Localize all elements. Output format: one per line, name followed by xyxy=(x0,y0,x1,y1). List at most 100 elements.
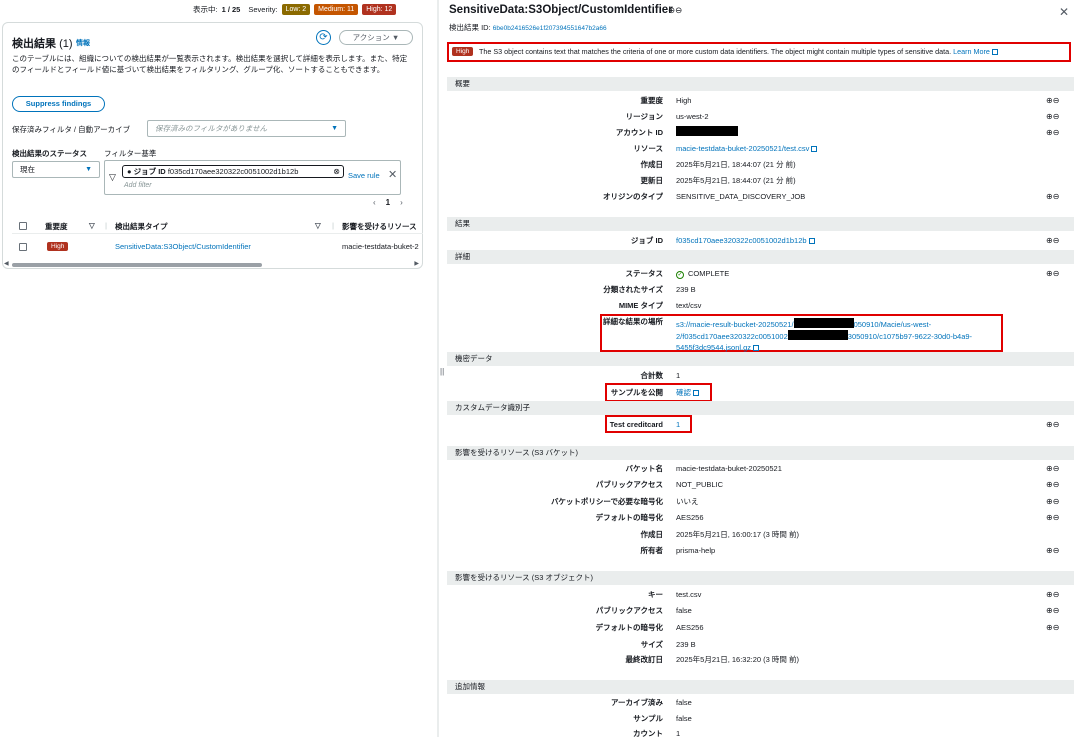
showing-value: 1 / 25 xyxy=(221,5,241,14)
row-bucket-created: 作成日 2025年5月21日, 16:00:17 (3 時間 前) xyxy=(640,530,799,539)
header-type[interactable]: 検出結果タイプ xyxy=(115,221,168,232)
zoom-in-out-icon[interactable]: ⊕⊖ xyxy=(668,5,682,16)
alert-text: The S3 object contains text that matches… xyxy=(479,47,952,56)
zoom-in-out-icon[interactable]: ⊕⊖ xyxy=(1046,417,1059,432)
scroll-right-icon[interactable]: ▶ xyxy=(414,260,419,267)
external-link-icon xyxy=(693,390,699,396)
redacted-block xyxy=(793,318,854,328)
row-mime-type: MIME タイプ text/csv xyxy=(618,301,702,310)
job-id-link[interactable]: f035cd170aee320322c0051002d1b12b xyxy=(676,236,807,245)
saved-filter-select[interactable]: 保存済みのフィルタがありません ▼ xyxy=(147,120,346,137)
section-overview: 概要 xyxy=(447,77,1074,91)
row-created: 作成日 2025年5月21日, 18:44:07 (21 分 前) xyxy=(640,160,796,169)
caret-down-icon: ▼ xyxy=(85,166,92,173)
severity-label: Severity: xyxy=(248,5,278,14)
external-link-icon xyxy=(753,345,760,351)
resize-handle-icon[interactable]: || xyxy=(440,367,444,376)
close-icon[interactable]: ✕ xyxy=(1059,5,1069,19)
row-test-creditcard: Test creditcard 1 ⊕⊖ xyxy=(447,417,1074,432)
filter-funnel-icon: ▽ xyxy=(109,172,116,182)
external-link-icon xyxy=(808,238,815,244)
zoom-in-out-icon[interactable]: ⊕⊖ xyxy=(1046,620,1059,635)
finding-detail-panel: SensitiveData:S3Object/CustomIdentifier … xyxy=(445,0,1074,737)
row-severity: 重要度 High ⊕⊖ xyxy=(447,93,1074,108)
severity-badge: High xyxy=(47,242,69,251)
row-bucket-name: バケット名 macie-testdata-buket-20250521 ⊕⊖ xyxy=(447,461,1074,476)
severity-badge: High xyxy=(452,47,474,56)
findings-card: 検出結果 (1) 情報 ⟳ アクション ▼ このテーブルには、組織についての検出… xyxy=(2,22,423,269)
scroll-left-icon[interactable]: ◀ xyxy=(4,260,9,267)
zoom-in-out-icon[interactable]: ⊕⊖ xyxy=(1046,510,1059,525)
resource-link[interactable]: macie-testdata-buket-20250521/test.csv xyxy=(676,144,809,153)
refresh-icon[interactable]: ⟳ xyxy=(316,30,331,45)
page-number[interactable]: 1 xyxy=(386,198,390,207)
scroll-thumb[interactable] xyxy=(12,263,262,267)
zoom-in-out-icon[interactable]: ⊕⊖ xyxy=(1046,543,1059,558)
horizontal-scrollbar[interactable]: ◀ ▶ xyxy=(4,260,419,267)
row-region: リージョン us-west-2 ⊕⊖ xyxy=(447,109,1074,124)
add-filter-input[interactable]: Add filter xyxy=(124,182,152,189)
zoom-in-out-icon[interactable]: ⊕⊖ xyxy=(1046,125,1059,140)
sort-icon[interactable]: ▽ xyxy=(315,221,321,230)
resource-cell: macie-testdata-buket-2 xyxy=(342,242,419,251)
actions-button[interactable]: アクション ▼ xyxy=(339,30,413,45)
zoom-in-out-icon[interactable]: ⊕⊖ xyxy=(1046,603,1059,618)
zoom-in-out-icon[interactable]: ⊕⊖ xyxy=(1046,461,1059,476)
select-all-checkbox[interactable] xyxy=(19,222,27,230)
medium-badge[interactable]: Medium: 11 xyxy=(314,4,359,15)
zoom-in-out-icon[interactable]: ⊕⊖ xyxy=(1046,93,1059,108)
status-label: 検出結果のステータス xyxy=(12,149,87,158)
finding-type-link[interactable]: SensitiveData:S3Object/CustomIdentifier xyxy=(115,242,251,251)
learn-more-link[interactable]: Learn More xyxy=(953,47,990,56)
info-link[interactable]: 情報 xyxy=(76,38,90,48)
row-status: ステータス ✓ COMPLETE ⊕⊖ xyxy=(447,266,1074,281)
external-link-icon xyxy=(811,146,818,152)
low-badge[interactable]: Low: 2 xyxy=(281,4,311,15)
zoom-in-out-icon[interactable]: ⊕⊖ xyxy=(1046,189,1059,204)
row-reveal-samples: サンプルを公開 確認 xyxy=(447,385,1074,400)
row-updated: 更新日 2025年5月21日, 18:44:07 (21 分 前) xyxy=(640,176,796,185)
panel-divider[interactable] xyxy=(437,0,439,737)
header-severity[interactable]: 重要度 xyxy=(45,221,68,232)
external-link-icon xyxy=(991,49,998,55)
table-row[interactable]: High SensitiveData:S3Object/CustomIdenti… xyxy=(12,239,423,255)
row-object-size: サイズ 239 B xyxy=(640,640,696,649)
zoom-in-out-icon[interactable]: ⊕⊖ xyxy=(1046,109,1059,124)
filter-label: フィルター基準 xyxy=(104,149,157,158)
section-custom-identifiers: カスタムデータ識別子 xyxy=(447,401,1074,415)
section-s3-object: 影響を受けるリソース (S3 オブジェクト) xyxy=(447,571,1074,585)
zoom-in-out-icon[interactable]: ⊕⊖ xyxy=(1046,477,1059,492)
prev-page-icon[interactable]: ‹ xyxy=(373,198,376,207)
zoom-in-out-icon[interactable]: ⊕⊖ xyxy=(1046,494,1059,509)
zoom-in-out-icon[interactable]: ⊕⊖ xyxy=(1046,233,1059,248)
result-location-link[interactable]: s3://macie-result-bucket-20250521/050910… xyxy=(676,318,972,353)
status-select[interactable]: 現在 ▼ xyxy=(12,161,100,178)
save-rule-link[interactable]: Save rule xyxy=(348,171,380,180)
finding-description-alert: High The S3 object contains text that ma… xyxy=(447,42,1071,62)
next-page-icon[interactable]: › xyxy=(400,198,403,207)
zoom-in-out-icon[interactable]: ⊕⊖ xyxy=(1046,587,1059,602)
findings-list-panel: 表示中: 1 / 25 Severity: Low: 2 Medium: 11 … xyxy=(0,0,437,737)
header-resource[interactable]: 影響を受けるリソース xyxy=(342,221,417,232)
finding-id: 検出結果 ID: 6be0b2416526e1f207394551647b2a6… xyxy=(449,23,607,32)
redacted-block xyxy=(787,330,848,340)
filter-token[interactable]: ● ジョブ ID f035cd170aee320322c0051002d1b12… xyxy=(122,165,344,178)
sort-icon[interactable]: ▽ xyxy=(89,221,95,230)
section-s3-bucket: 影響を受けるリソース (S3 バケット) xyxy=(447,446,1074,460)
row-checkbox[interactable] xyxy=(19,243,27,251)
findings-count: (1) xyxy=(59,38,73,50)
filter-box[interactable]: ▽ ● ジョブ ID f035cd170aee320322c0051002d1b… xyxy=(104,160,401,195)
suppress-findings-button[interactable]: Suppress findings xyxy=(12,96,105,112)
section-additional-info: 追加情報 xyxy=(447,680,1074,694)
row-default-encryption: デフォルトの暗号化 AES256 ⊕⊖ xyxy=(447,510,1074,525)
reveal-samples-link[interactable]: 確認 xyxy=(676,388,691,397)
row-job-id: ジョブ ID f035cd170aee320322c0051002d1b12b ⊕⊖ xyxy=(447,233,1074,248)
clear-filter-icon[interactable]: ✕ xyxy=(388,168,397,181)
creditcard-count-link[interactable]: 1 xyxy=(676,420,680,429)
check-circle-icon: ✓ xyxy=(676,271,684,279)
high-badge[interactable]: High: 12 xyxy=(362,4,397,15)
zoom-in-out-icon[interactable]: ⊕⊖ xyxy=(1046,266,1059,281)
description-text: このテーブルには、組織についての検出結果が一覧表示されます。検出結果を選択して詳… xyxy=(12,54,408,74)
remove-token-icon[interactable]: ⊗ xyxy=(333,166,340,177)
row-count: カウント 1 xyxy=(633,729,681,737)
